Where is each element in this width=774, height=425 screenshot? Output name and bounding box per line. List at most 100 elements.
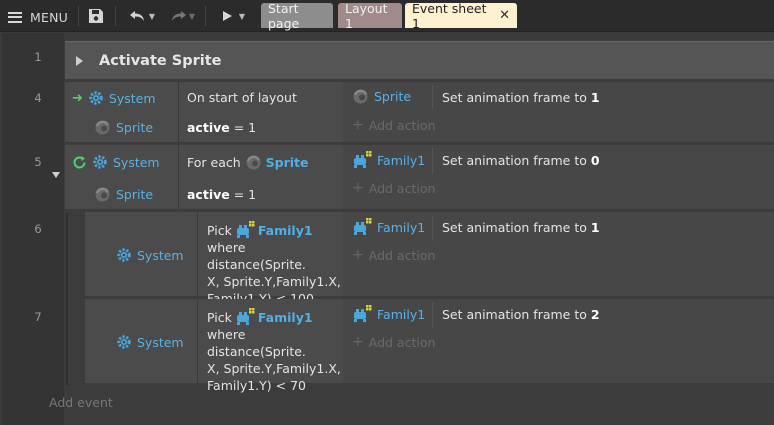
condition-prefix: For each bbox=[187, 155, 241, 170]
action-label: Set animation frame to bbox=[442, 153, 591, 168]
sprite-icon bbox=[95, 120, 110, 135]
plus-icon: + bbox=[352, 117, 364, 133]
divider bbox=[432, 85, 433, 109]
condition-object[interactable]: System bbox=[116, 247, 184, 263]
add-action-button[interactable]: + Add action bbox=[352, 180, 435, 196]
trigger-arrow-icon: ➜ bbox=[72, 90, 83, 106]
condition-text[interactable]: For each Sprite bbox=[187, 154, 309, 171]
group-title: Activate Sprite bbox=[99, 52, 222, 69]
condition-text[interactable]: On start of layout bbox=[187, 89, 297, 106]
redo-icon[interactable]: ▼ bbox=[164, 5, 200, 27]
condition-object[interactable]: ➜ System bbox=[72, 90, 156, 106]
sprite-icon bbox=[353, 89, 368, 104]
action-label: Set animation frame to bbox=[442, 90, 591, 105]
add-event-button[interactable]: Add event bbox=[49, 395, 113, 410]
divider bbox=[178, 82, 179, 142]
event-number: 6 bbox=[34, 222, 42, 236]
plus-icon: + bbox=[352, 247, 364, 263]
object-name: Family1 bbox=[377, 219, 426, 235]
tab-event-sheet-1[interactable]: Event sheet 1 ✕ bbox=[405, 0, 517, 31]
group-header[interactable]: Activate Sprite bbox=[65, 41, 774, 79]
menu-icon bbox=[8, 11, 22, 23]
tab-label: Layout 1 bbox=[345, 0, 388, 31]
pick-line: Pick Family1 bbox=[207, 221, 342, 239]
add-action-button[interactable]: + Add action bbox=[352, 334, 435, 350]
condition-line: Family1.Y) < 70 bbox=[207, 378, 306, 393]
add-action-label: Add action bbox=[368, 247, 436, 263]
expr-rest: = 1 bbox=[229, 187, 257, 202]
add-action-button[interactable]: + Add action bbox=[352, 117, 435, 133]
event-sheet: 1 Activate Sprite 4 ➜ System On start of… bbox=[0, 33, 774, 425]
sprite-icon bbox=[95, 187, 110, 202]
close-icon[interactable]: ✕ bbox=[499, 8, 510, 23]
expr-bold: active bbox=[187, 187, 230, 202]
event-number: 1 bbox=[34, 50, 42, 64]
condition-object[interactable]: Sprite bbox=[94, 186, 153, 203]
expand-icon[interactable] bbox=[76, 55, 83, 66]
divider bbox=[432, 215, 433, 241]
action-value: 1 bbox=[590, 220, 600, 235]
divider bbox=[432, 302, 433, 328]
divider bbox=[197, 212, 198, 296]
add-action-button[interactable]: + Add action bbox=[352, 247, 435, 263]
divider bbox=[432, 148, 433, 174]
condition-text[interactable]: active = 1 bbox=[187, 119, 256, 136]
collapse-icon[interactable] bbox=[52, 172, 60, 178]
sprite-icon bbox=[246, 155, 261, 170]
condition-object[interactable]: System bbox=[72, 154, 160, 170]
object-name: System bbox=[137, 334, 184, 350]
action-text[interactable]: Set animation frame to 1 bbox=[442, 89, 600, 106]
object-name: Sprite bbox=[116, 187, 154, 202]
family-icon bbox=[236, 308, 255, 325]
condition-object[interactable]: System bbox=[116, 334, 184, 350]
add-action-label: Add action bbox=[368, 117, 436, 133]
condition-object-ref: Family1 bbox=[257, 309, 313, 325]
object-name: System bbox=[108, 90, 156, 106]
tab-layout-1[interactable]: Layout 1 bbox=[338, 0, 402, 31]
save-icon[interactable] bbox=[86, 5, 106, 27]
family-icon bbox=[236, 221, 255, 238]
action-object[interactable]: Sprite bbox=[352, 88, 411, 105]
object-name: System bbox=[137, 247, 184, 263]
toolbar-divider bbox=[205, 6, 206, 26]
gear-icon bbox=[89, 91, 103, 105]
play-icon[interactable]: ▼ bbox=[216, 5, 250, 27]
condition-line: where distance(Sprite. bbox=[207, 240, 306, 272]
condition-text[interactable]: Pick Family1 where distance(Sprite. X, S… bbox=[207, 308, 342, 394]
action-object[interactable]: Family1 bbox=[352, 151, 425, 169]
toolbar-divider bbox=[78, 6, 79, 26]
gear-icon bbox=[117, 335, 131, 349]
toolbar-divider bbox=[115, 6, 116, 26]
action-label: Set animation frame to bbox=[442, 220, 591, 235]
action-object[interactable]: Family1 bbox=[352, 218, 425, 236]
action-text[interactable]: Set animation frame to 1 bbox=[442, 219, 600, 236]
tab-label: Event sheet 1 bbox=[412, 0, 487, 31]
undo-icon[interactable]: ▼ bbox=[124, 5, 160, 27]
event-number: 7 bbox=[34, 310, 42, 324]
divider bbox=[178, 145, 179, 209]
tab-label: Start page bbox=[268, 0, 300, 31]
gear-icon bbox=[117, 248, 131, 262]
pick-prefix: Pick bbox=[207, 222, 232, 238]
object-name: Sprite bbox=[116, 120, 154, 135]
condition-object[interactable]: Sprite bbox=[94, 119, 153, 136]
object-name: Family1 bbox=[377, 152, 426, 168]
family-icon bbox=[354, 151, 372, 168]
family-icon bbox=[354, 305, 372, 322]
toolbar: MENU ▼ ▼ ▼ Start page Layout 1 Event she… bbox=[0, 0, 774, 32]
condition-line: where distance(Sprite. bbox=[207, 327, 306, 359]
action-label: Set animation frame to bbox=[442, 307, 591, 322]
event-number: 4 bbox=[34, 91, 42, 105]
tab-start-page[interactable]: Start page bbox=[261, 0, 333, 31]
expr-rest: = 1 bbox=[229, 120, 257, 135]
condition-text[interactable]: active = 1 bbox=[187, 186, 256, 203]
action-text[interactable]: Set animation frame to 2 bbox=[442, 306, 600, 323]
action-object[interactable]: Family1 bbox=[352, 305, 425, 323]
event-number: 5 bbox=[34, 155, 42, 169]
menu-button[interactable]: MENU bbox=[8, 6, 68, 28]
condition-object-ref: Sprite bbox=[265, 155, 309, 170]
condition-text[interactable]: Pick Family1 where distance(Sprite. X, S… bbox=[207, 221, 342, 307]
object-name: Family1 bbox=[377, 306, 426, 322]
pick-prefix: Pick bbox=[207, 309, 232, 325]
action-text[interactable]: Set animation frame to 0 bbox=[442, 152, 600, 169]
